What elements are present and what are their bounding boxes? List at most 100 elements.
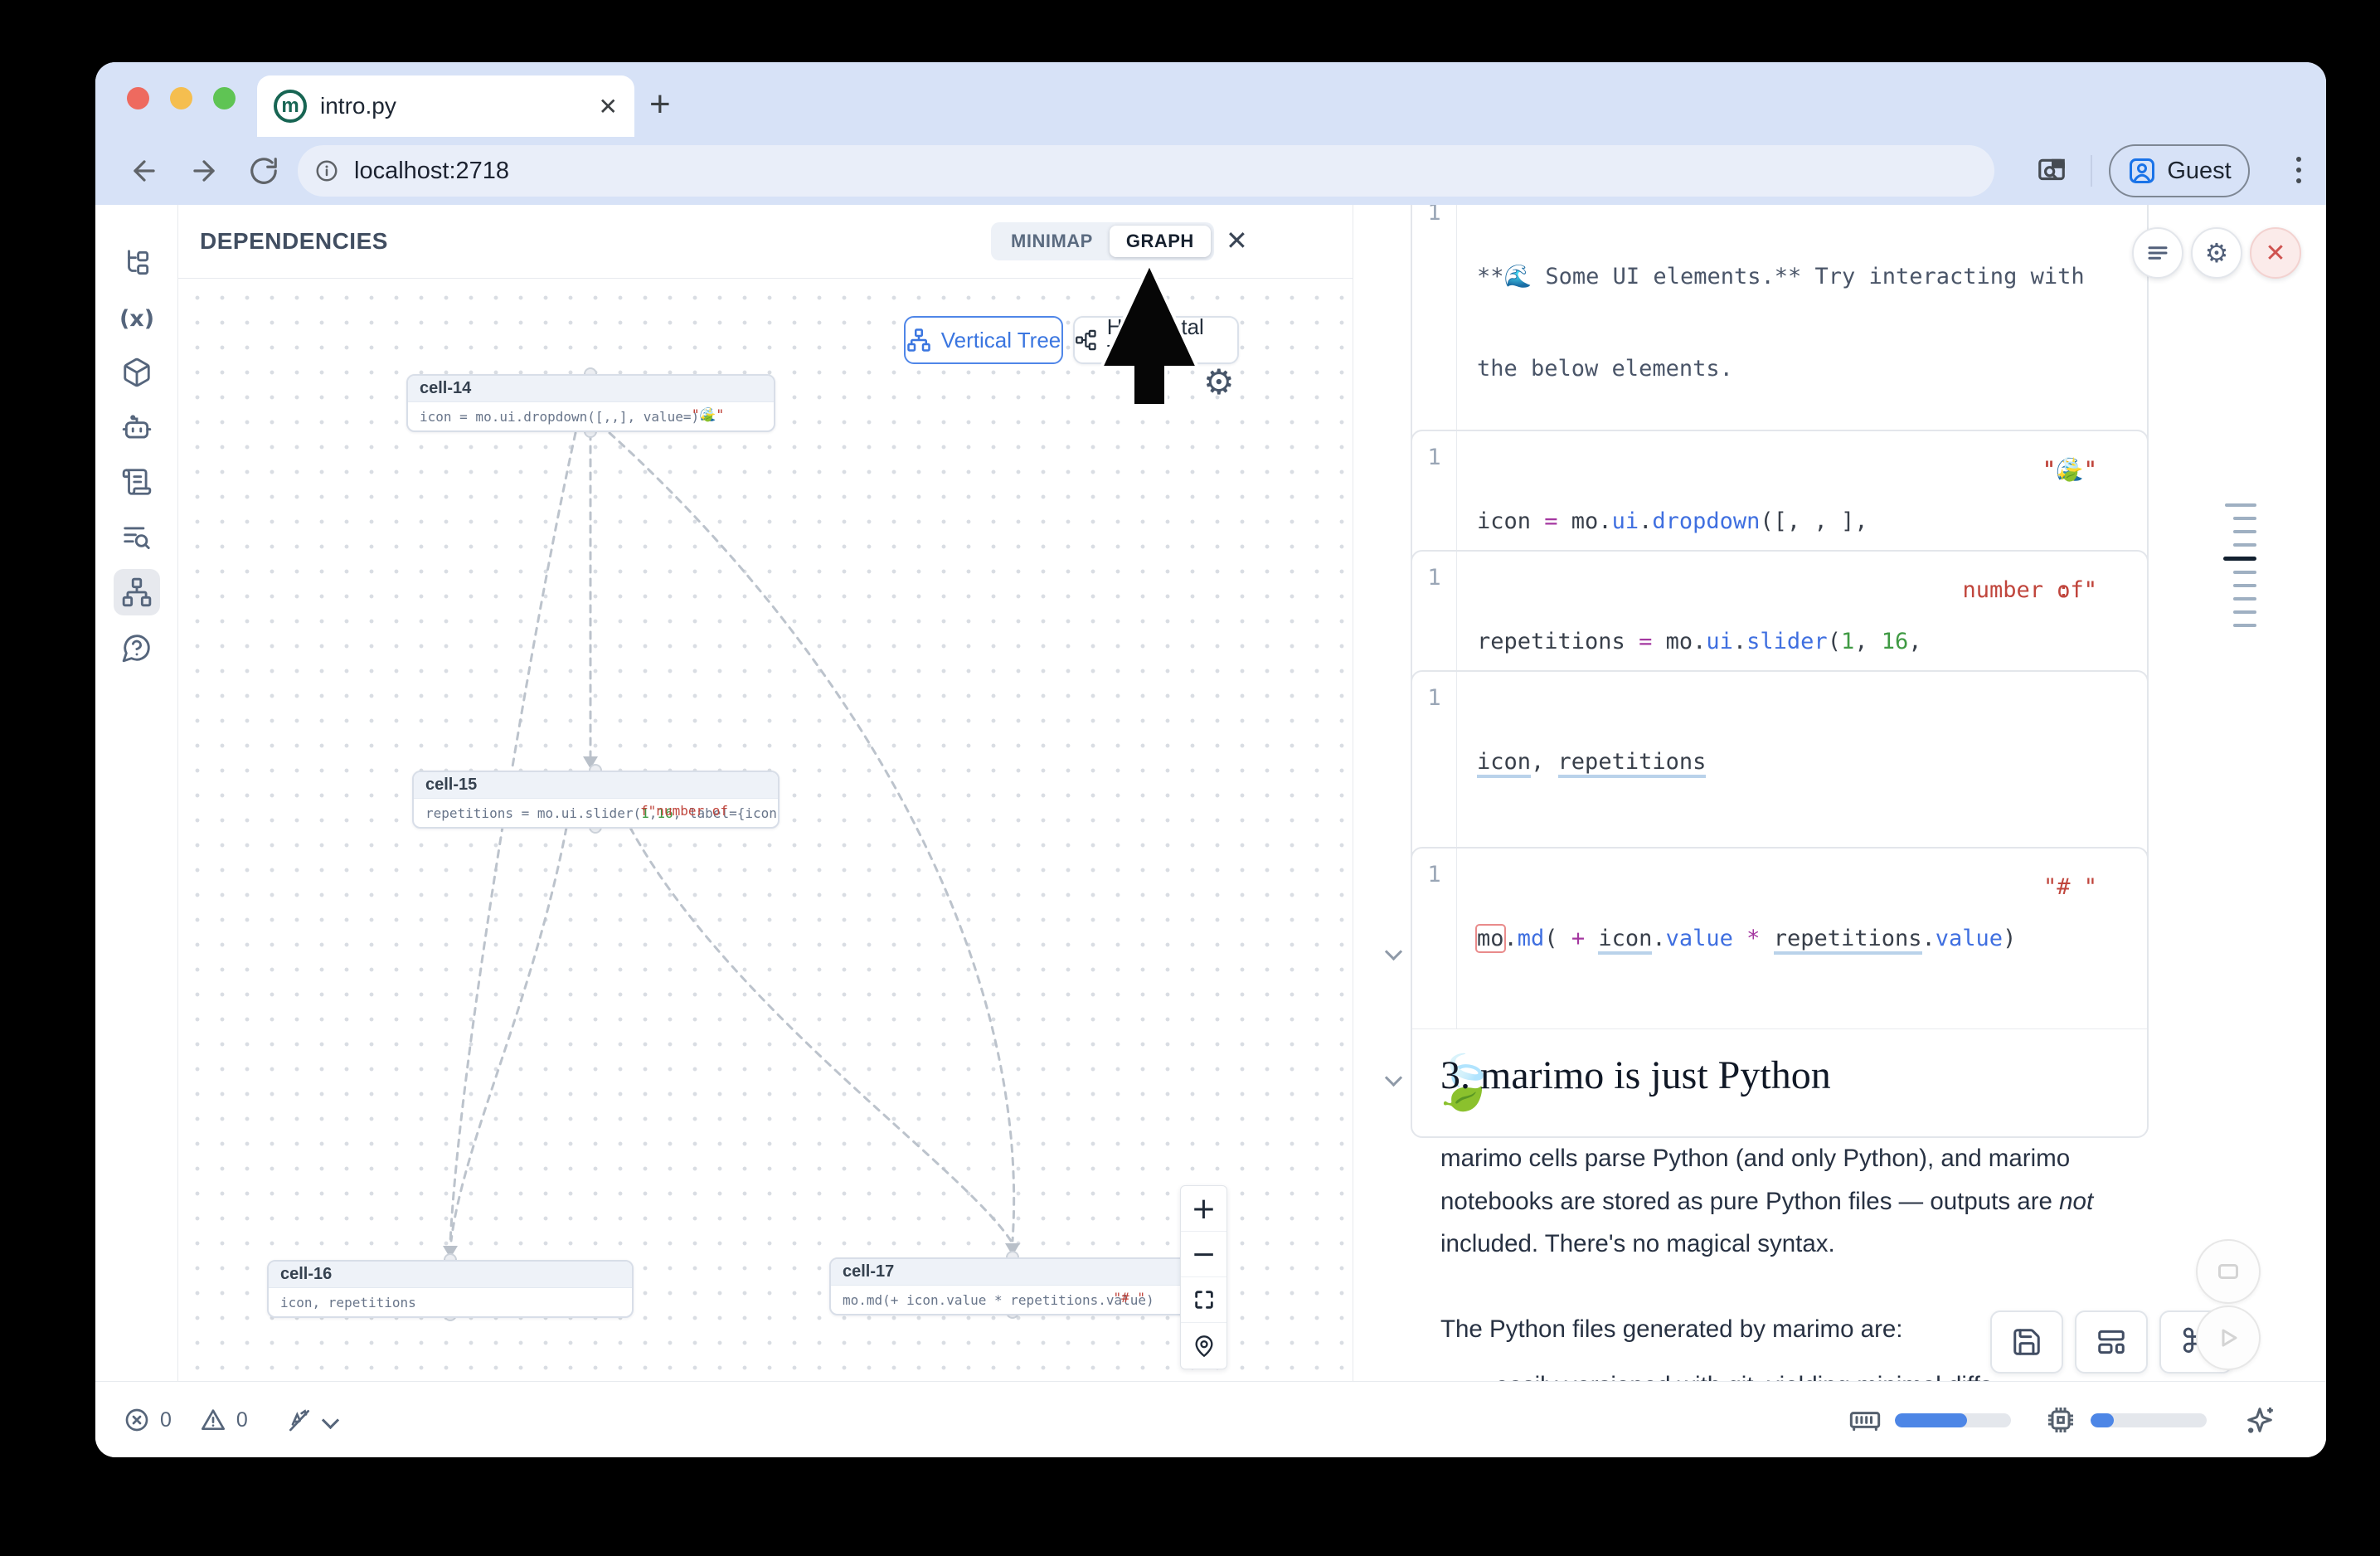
url-text: localhost:2718	[354, 158, 509, 185]
layout-button[interactable]	[2075, 1310, 2148, 1374]
sidebar-item-ai-assistant[interactable]	[114, 405, 160, 451]
graph-edges	[178, 279, 1353, 1381]
vertical-tree-label: Vertical Tree	[941, 328, 1061, 353]
graph-node-cell-16[interactable]: cell-16 icon, repetitions	[267, 1260, 634, 1318]
close-window-button[interactable]	[127, 87, 149, 109]
outline-marker[interactable]	[2233, 584, 2256, 587]
outline-marker[interactable]	[2233, 517, 2256, 520]
horizontal-tree-icon	[1075, 328, 1097, 353]
cell-code-editor[interactable]: icon, repetitions	[1457, 672, 1706, 852]
back-icon[interactable]	[129, 155, 160, 187]
scroll-icon	[121, 466, 153, 498]
fit-view-icon	[1192, 1288, 1216, 1311]
maximize-window-button[interactable]	[213, 87, 236, 109]
run-button[interactable]	[2196, 1306, 2261, 1370]
sidebar-item-file-explorer[interactable]	[114, 240, 160, 286]
zoom-in-button[interactable]: +	[1181, 1186, 1226, 1232]
new-tab-button[interactable]: +	[649, 84, 671, 125]
warnings-count: 0	[236, 1408, 248, 1432]
minimap-tab[interactable]: MINIMAP	[994, 226, 1110, 257]
cell-delete-button[interactable]: ✕	[2250, 227, 2301, 279]
save-button[interactable]	[1990, 1310, 2063, 1374]
sidebar: (x)	[95, 205, 178, 1381]
browser-tab[interactable]: m intro.py ✕	[257, 75, 634, 137]
tab-close-icon[interactable]: ✕	[599, 93, 618, 120]
sidebar-item-dependencies[interactable]	[114, 569, 160, 615]
package-cube-icon	[121, 357, 153, 388]
list-search-icon	[121, 522, 153, 553]
cell-code-editor[interactable]: **🌊 Some UI elements.** Try interacting …	[1457, 205, 2085, 459]
notebook-panel: 1 **🌊 Some UI elements.** Try interactin…	[1354, 205, 2326, 1381]
status-left: 0 0	[124, 1382, 337, 1457]
outline-marker[interactable]	[2233, 624, 2256, 627]
locate-button[interactable]	[1181, 1323, 1226, 1369]
outline-marker[interactable]	[2233, 571, 2256, 574]
sidebar-item-help[interactable]	[114, 625, 160, 671]
vertical-tree-button[interactable]: Vertical Tree	[904, 316, 1063, 364]
status-right	[1848, 1382, 2276, 1457]
errors-icon[interactable]	[124, 1407, 150, 1433]
sidebar-item-packages[interactable]	[114, 349, 160, 396]
marimo-app: (x) DEPENDENCIES	[95, 205, 2326, 1381]
profile-button[interactable]: Guest	[2109, 144, 2250, 197]
outline-marker[interactable]	[2233, 530, 2256, 533]
node-code: icon = mo.ui.dropdown(["🍃", "🌊", "✨"], v…	[408, 402, 774, 430]
horizontal-tree-button[interactable]: Horizontal Tree	[1073, 316, 1239, 364]
ai-sparkle-icon[interactable]	[2243, 1403, 2276, 1437]
dependency-graph-canvas[interactable]: Vertical Tree Horizontal Tree ⚙ cell-14 …	[178, 278, 1353, 1381]
section-paragraph: marimo cells parse Python (and only Pyth…	[1440, 1137, 2145, 1266]
layout-icon	[2096, 1326, 2127, 1358]
section-collapse-chevron[interactable]	[1385, 1069, 1402, 1087]
node-code: mo.md("# " + icon.value * repetitions.va…	[831, 1286, 1195, 1314]
sidebar-item-variables[interactable]: (x)	[114, 295, 160, 342]
graph-node-cell-15[interactable]: cell-15 repetitions = mo.ui.slider(1, 16…	[412, 771, 780, 829]
outline-marker[interactable]	[2225, 503, 2256, 507]
stop-button[interactable]	[2196, 1239, 2261, 1304]
profile-avatar-icon	[2127, 156, 2157, 186]
line-number: 1	[1412, 849, 1457, 1028]
tab-search-icon[interactable]	[2036, 155, 2067, 187]
minimize-window-button[interactable]	[170, 87, 192, 109]
fit-view-button[interactable]	[1181, 1277, 1226, 1323]
cell-settings-button[interactable]: ⚙	[2191, 227, 2242, 279]
chevron-down-icon[interactable]	[322, 1411, 339, 1428]
graph-tab[interactable]: GRAPH	[1110, 226, 1211, 257]
cpu-usage-fill	[2091, 1413, 2114, 1427]
graph-node-cell-14[interactable]: cell-14 icon = mo.ui.dropdown(["🍃", "🌊",…	[406, 374, 775, 432]
url-bar[interactable]: localhost:2718	[298, 145, 1994, 197]
section-heading: 3. marimo is just Python	[1440, 1053, 1831, 1098]
sidebar-item-logs[interactable]	[114, 514, 160, 561]
cell-actions: ⚙ ✕	[2132, 227, 2301, 279]
formatting-off-icon[interactable]	[286, 1407, 313, 1433]
ram-usage-fill	[1895, 1413, 1967, 1427]
node-title: cell-16	[269, 1262, 632, 1288]
warnings-icon[interactable]	[200, 1407, 226, 1433]
outline-marker[interactable]	[2233, 597, 2256, 601]
outline-marker[interactable]	[2233, 543, 2256, 547]
reload-icon[interactable]	[248, 155, 279, 187]
horizontal-tree-label: Horizontal Tree	[1107, 314, 1237, 366]
node-code: icon, repetitions	[269, 1288, 632, 1316]
panel-title: DEPENDENCIES	[200, 228, 388, 255]
browser-menu-icon[interactable]	[2290, 150, 2308, 190]
tab-title: intro.py	[320, 93, 599, 119]
graph-settings-icon[interactable]: ⚙	[1203, 362, 1235, 402]
graph-node-cell-17[interactable]: cell-17 mo.md("# " + icon.value * repeti…	[829, 1257, 1197, 1315]
panel-close-icon[interactable]: ✕	[1219, 225, 1255, 256]
forward-icon[interactable]	[188, 155, 220, 187]
errors-count: 0	[160, 1408, 172, 1432]
play-icon	[2213, 1323, 2243, 1353]
browser-chrome: m intro.py ✕ + localhost:2718 Guest	[95, 62, 2326, 205]
site-info-icon[interactable]	[314, 158, 339, 183]
file-tree-icon	[121, 247, 153, 279]
sidebar-item-scratchpad[interactable]	[114, 459, 160, 505]
vertical-tree-icon	[906, 328, 931, 353]
cell-menu-button[interactable]	[2132, 227, 2183, 279]
profile-name: Guest	[2167, 158, 2231, 185]
outline-marker[interactable]	[2233, 610, 2256, 614]
browser-window: m intro.py ✕ + localhost:2718 Guest	[95, 62, 2326, 1457]
cell-code-editor[interactable]: mo.md("# " + icon.value * repetitions.va…	[1457, 849, 2016, 1028]
zoom-out-button[interactable]: −	[1181, 1232, 1226, 1277]
outline-marker-active[interactable]	[2223, 557, 2256, 561]
output-collapse-chevron[interactable]	[1385, 943, 1402, 960]
